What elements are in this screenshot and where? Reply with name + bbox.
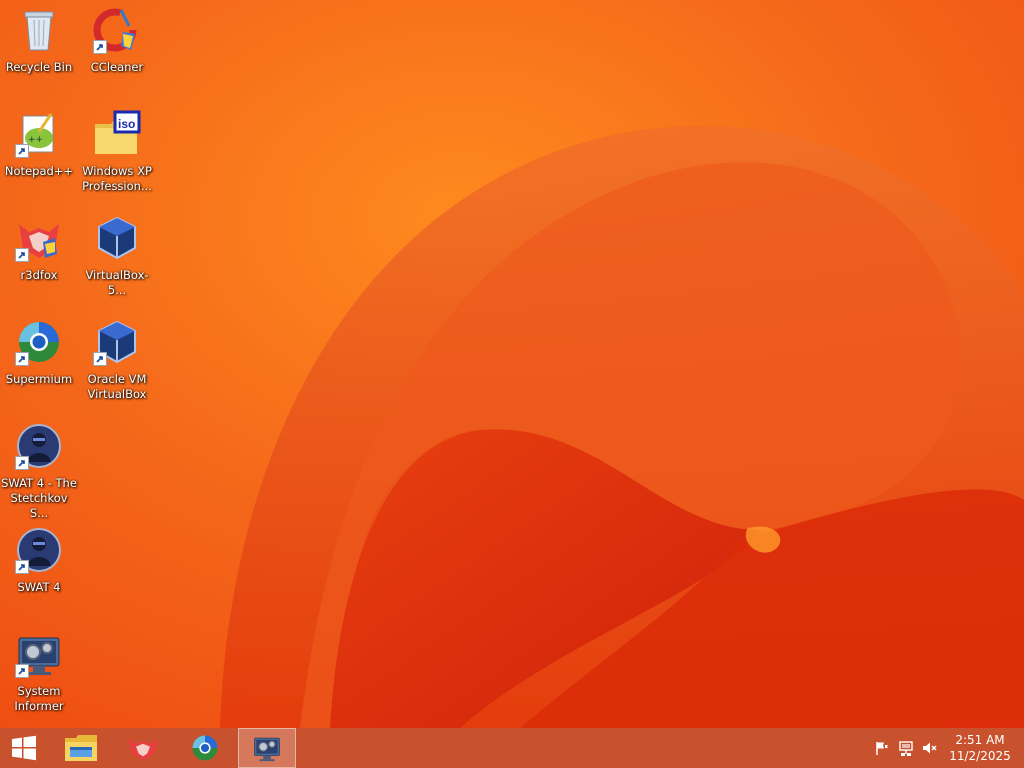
- virtualbox-icon: [93, 318, 141, 366]
- swat4-icon: [15, 526, 63, 574]
- windows-logo-icon: [12, 735, 36, 761]
- svg-text:++: ++: [28, 135, 43, 145]
- shortcut-arrow-icon: [15, 248, 29, 262]
- desktop-icon-swat4-stetchkov[interactable]: SWAT 4 - The Stetchkov S...: [0, 418, 78, 520]
- virtualbox-installer-icon: [93, 214, 141, 262]
- desktop-icon-notepad-plus-plus[interactable]: ++ Notepad++: [0, 106, 78, 202]
- desktop-icon-swat4[interactable]: SWAT 4: [0, 522, 78, 618]
- desktop-icon-ccleaner[interactable]: CCleaner: [78, 2, 156, 98]
- desktop-icon-label: CCleaner: [90, 60, 144, 74]
- desktop-icon-label: SWAT 4: [17, 580, 61, 594]
- clock-time: 2:51 AM: [955, 733, 1005, 747]
- start-button[interactable]: [0, 728, 48, 768]
- taskbar-file-explorer[interactable]: [52, 728, 110, 768]
- desktop-icon-system-informer[interactable]: System Informer: [0, 626, 78, 722]
- taskbar-r3dfox[interactable]: [114, 728, 172, 768]
- desktop-icon-supermium[interactable]: Supermium: [0, 314, 78, 410]
- svg-text:iso: iso: [118, 117, 135, 131]
- desktop-icon-label: SWAT 4 - The Stetchkov S...: [1, 476, 77, 520]
- r3dfox-icon: [127, 738, 159, 761]
- system-informer-icon: [254, 737, 280, 762]
- taskbar-system-informer[interactable]: [238, 728, 296, 768]
- file-explorer-icon: [65, 735, 97, 761]
- r3dfox-icon: [15, 214, 63, 262]
- shortcut-arrow-icon: [15, 664, 29, 678]
- desktop-icon-label: Oracle VM VirtualBox: [87, 372, 147, 401]
- clock-date: 11/2/2025: [949, 749, 1011, 763]
- desktop-icon-oracle-vm-virtualbox[interactable]: Oracle VM VirtualBox: [78, 314, 156, 410]
- volume-muted-icon[interactable]: [922, 740, 938, 756]
- taskbar: 2:51 AM 11/2/2025: [0, 728, 1024, 768]
- notepad-plus-plus-icon: ++: [15, 110, 63, 158]
- ccleaner-icon: [93, 6, 141, 54]
- desktop-icon-label: Supermium: [5, 372, 73, 386]
- desktop[interactable]: Recycle Bin ++ Notepad++ r3dfox Supermiu…: [0, 0, 1024, 728]
- network-icon[interactable]: [898, 740, 914, 756]
- desktop-icon-windows-xp-iso[interactable]: iso Windows XP Profession...: [78, 106, 156, 202]
- desktop-icon-label: VirtualBox-5...: [85, 268, 149, 297]
- desktop-icon-label: Windows XP Profession...: [82, 164, 152, 193]
- desktop-icon-recycle-bin[interactable]: Recycle Bin: [0, 2, 78, 98]
- supermium-icon: [192, 735, 218, 761]
- shortcut-arrow-icon: [15, 456, 29, 470]
- recycle-bin-icon: [15, 6, 63, 54]
- desktop-icon-virtualbox-installer[interactable]: VirtualBox-5...: [78, 210, 156, 306]
- desktop-icon-label: Notepad++: [4, 164, 74, 178]
- desktop-icon-label: Recycle Bin: [5, 60, 73, 74]
- action-center-flag-icon[interactable]: [874, 740, 890, 756]
- shortcut-arrow-icon: [93, 40, 107, 54]
- shortcut-arrow-icon: [15, 560, 29, 574]
- system-informer-icon: [15, 630, 63, 678]
- desktop-icon-label: r3dfox: [20, 268, 58, 282]
- supermium-icon: [15, 318, 63, 366]
- desktop-icon-r3dfox[interactable]: r3dfox: [0, 210, 78, 306]
- swat4-expansion-icon: [15, 422, 63, 470]
- shortcut-arrow-icon: [15, 144, 29, 158]
- shortcut-arrow-icon: [93, 352, 107, 366]
- desktop-icon-label: System Informer: [14, 684, 64, 713]
- taskbar-supermium[interactable]: [176, 728, 234, 768]
- shortcut-arrow-icon: [15, 352, 29, 366]
- taskbar-clock[interactable]: 2:51 AM 11/2/2025: [946, 732, 1014, 764]
- iso-file-icon: iso: [93, 110, 141, 158]
